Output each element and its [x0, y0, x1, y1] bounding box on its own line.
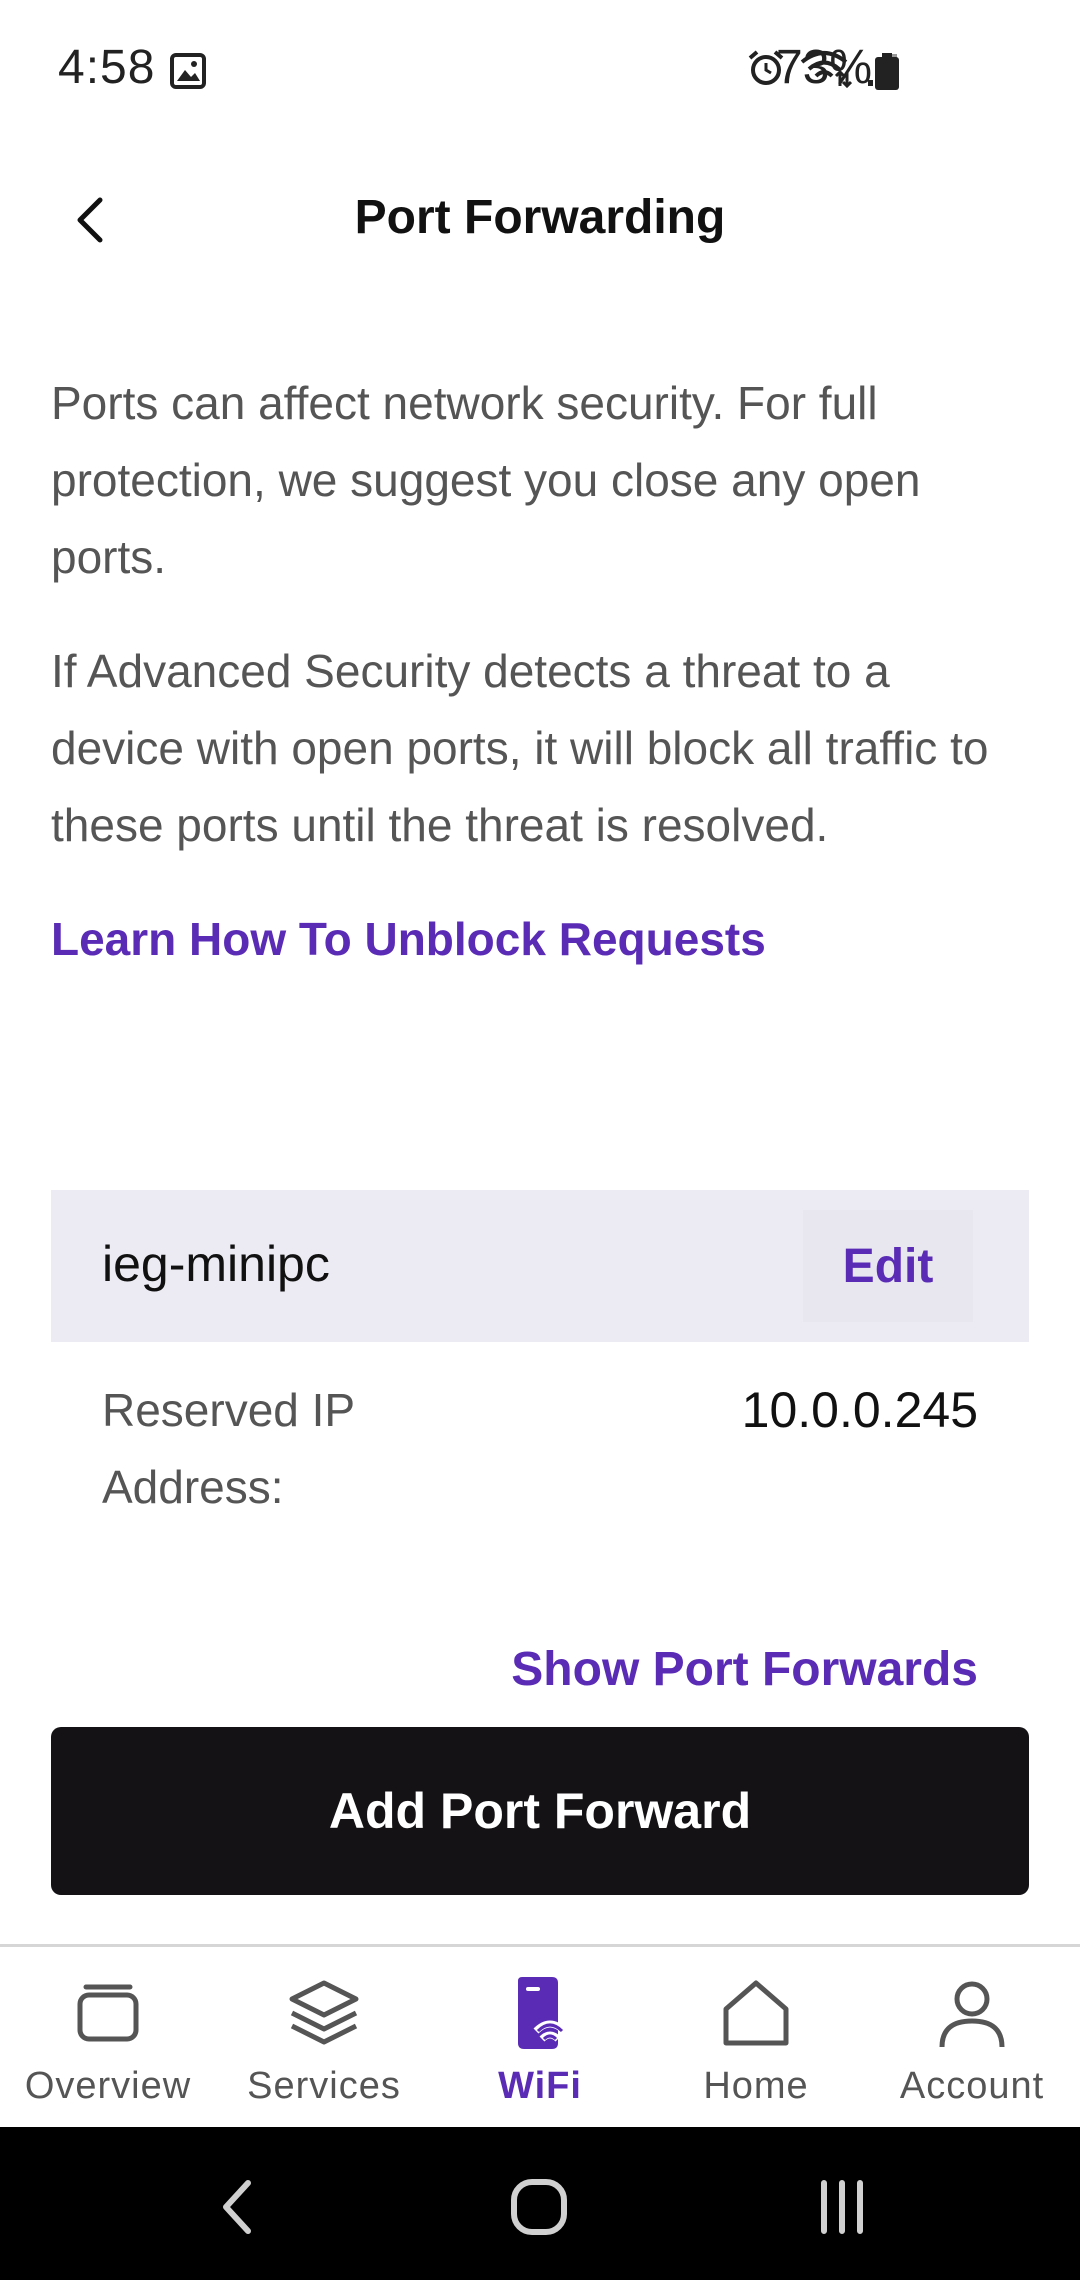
nav-label-wifi: WiFi — [498, 2065, 582, 2107]
app-header: Port Forwarding — [0, 160, 1080, 280]
device-card-header: ieg-minipc Edit — [51, 1190, 1029, 1342]
home-icon — [723, 1980, 789, 2046]
nav-account[interactable]: Account — [864, 1947, 1080, 2129]
system-back-icon — [223, 2180, 251, 2234]
nav-label-overview: Overview — [24, 2065, 192, 2107]
show-port-forwards-link[interactable]: Show Port Forwards — [511, 1630, 978, 1690]
reserved-ip-value: 10.0.0.245 — [741, 1382, 978, 1438]
device-name: ieg-minipc — [102, 1236, 330, 1292]
gallery-icon — [170, 53, 206, 89]
nav-overview[interactable]: Overview — [0, 1947, 216, 2129]
page-title: Port Forwarding — [354, 191, 726, 244]
add-port-forward-button[interactable]: Add Port Forward — [51, 1727, 1029, 1895]
info-section: Ports can affect network security. For f… — [51, 365, 1029, 978]
layers-icon — [289, 1980, 359, 2045]
system-recents-icon — [821, 2180, 863, 2234]
edit-button[interactable]: Edit — [803, 1210, 973, 1322]
reserved-ip-row: Reserved IP Address: 10.0.0.245 — [51, 1342, 1029, 1552]
nav-label-account: Account — [899, 2065, 1045, 2107]
battery-percent: 73% — [776, 41, 873, 94]
device-card: ieg-minipc Edit Reserved IP Address: 10.… — [51, 1190, 1029, 1690]
system-home-button[interactable] — [499, 2167, 579, 2247]
account-icon — [939, 1981, 1005, 2048]
status-bar: 4:58 73% — [0, 0, 1080, 140]
reserved-ip-label: Reserved IP Address: — [102, 1384, 355, 1513]
learn-unblock-link[interactable]: Learn How To Unblock Requests — [51, 901, 1029, 978]
security-warning-text: Ports can affect network security. For f… — [51, 377, 921, 583]
overview-icon — [77, 1984, 139, 2042]
nav-label-home: Home — [703, 2065, 809, 2107]
advanced-security-text: If Advanced Security detects a threat to… — [51, 645, 989, 851]
battery-icon — [875, 53, 899, 90]
nav-label-services: Services — [247, 2065, 401, 2107]
wifi-router-icon — [518, 1977, 567, 2049]
nav-wifi[interactable]: WiFi — [432, 1947, 648, 2129]
system-home-icon — [511, 2179, 567, 2235]
system-recents-button[interactable] — [802, 2167, 882, 2247]
bottom-nav: Overview Services WiFi Home Account — [0, 1944, 1080, 2129]
nav-home[interactable]: Home — [648, 1947, 864, 2129]
system-nav-bar — [0, 2127, 1080, 2280]
nav-services[interactable]: Services — [216, 1947, 432, 2129]
status-time: 4:58 — [58, 41, 156, 94]
system-back-button[interactable] — [196, 2167, 276, 2247]
